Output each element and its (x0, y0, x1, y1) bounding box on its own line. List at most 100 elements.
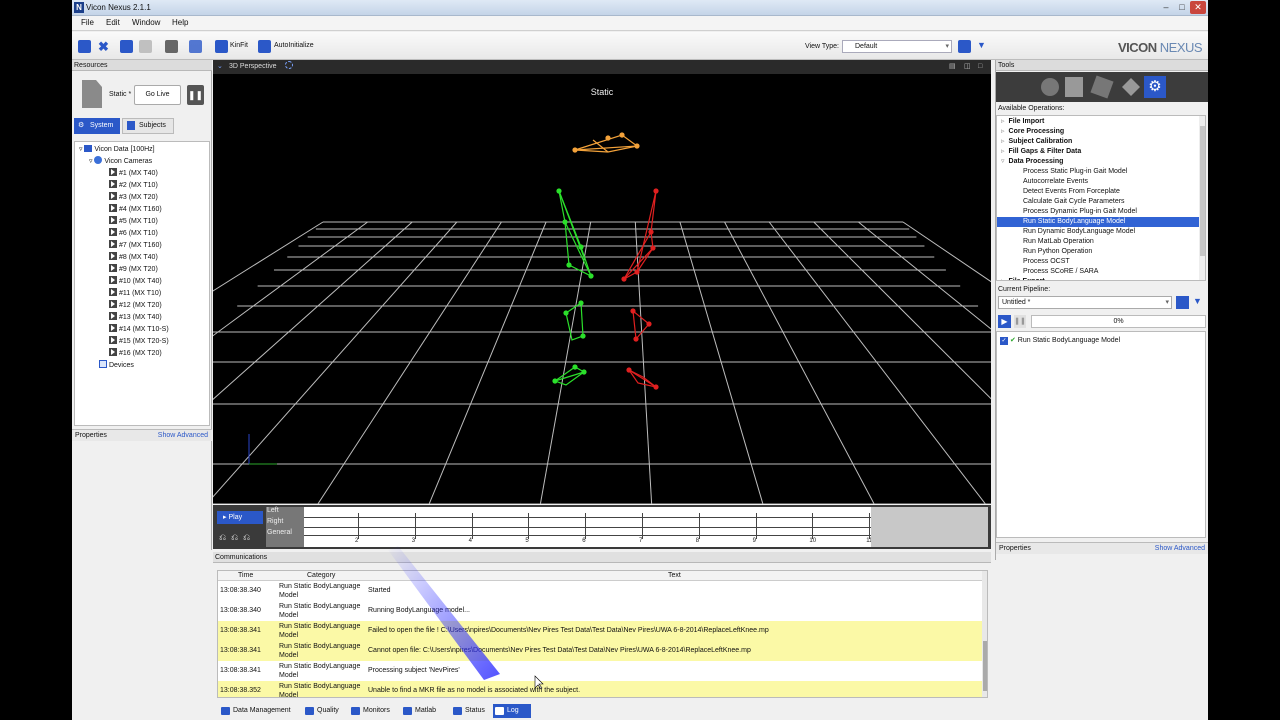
log-row[interactable]: 13:08:38.340 Run Static BodyLanguage Mode… (218, 601, 982, 621)
redo-icon[interactable] (139, 40, 152, 53)
tree-item-camera[interactable]: #3 (MX T20) (109, 192, 158, 204)
ops-group[interactable]: ▹ File Import (1001, 117, 1044, 127)
log-row[interactable]: 13:08:38.341 Run Static BodyLanguage Mode… (218, 661, 982, 681)
log-row[interactable]: 13:08:38.352 Run Static BodyLanguage Mode… (218, 681, 982, 697)
pipeline-select[interactable]: Untitled * ▾ (998, 296, 1172, 309)
3d-scene[interactable] (213, 74, 991, 504)
ops-group[interactable]: ▹ Core Processing (1001, 127, 1064, 137)
tab-matlab[interactable]: Matlab (401, 704, 447, 718)
step-back-icon[interactable]: ⎌ (219, 532, 226, 543)
view-options-icon[interactable]: ▼ (975, 40, 988, 53)
collapse-icon[interactable]: ▿ (89, 158, 93, 165)
ops-item[interactable]: Run Dynamic BodyLanguage Model (997, 227, 1199, 237)
pipeline-options-icon[interactable]: ▼ (1193, 296, 1205, 309)
checkbox-icon[interactable]: ✓ (1000, 337, 1008, 345)
log-table[interactable]: Time Category Text 13:08:38.340 Run Stati… (217, 570, 988, 698)
expand-icon[interactable]: ▹ (1001, 278, 1005, 280)
ops-item[interactable]: Run Static BodyLanguage Model (997, 217, 1199, 227)
ops-item[interactable]: Detect Events From Forceplate (997, 187, 1199, 197)
3d-perspective-view[interactable]: 3D Perspective ⌄ ▤ ◫ □ Static (213, 60, 991, 504)
ops-item[interactable]: Process Dynamic Plug-in Gait Model (997, 207, 1199, 217)
run-pipeline-icon[interactable]: ▶ (998, 315, 1011, 328)
operations-tree[interactable]: ▹ File Import ▹ Core Processing ▹ Subject Cal… (996, 115, 1206, 281)
ops-group[interactable]: ▹ Fill Gaps & Filter Data (1001, 147, 1081, 157)
tile-view-icon[interactable]: ▤ (949, 60, 956, 74)
menu-file[interactable]: File (81, 18, 94, 27)
tab-subjects[interactable]: Subjects (122, 118, 174, 134)
maximize-icon[interactable]: □ (1174, 1, 1190, 14)
tab-system[interactable]: ⚙ System (74, 118, 120, 134)
menu-edit[interactable]: Edit (106, 18, 120, 27)
tree-item-camera[interactable]: #6 (MX T10) (109, 228, 158, 240)
tree-item-camera[interactable]: #16 (MX T20) (109, 348, 162, 360)
show-advanced-link[interactable]: Show Advanced (1155, 543, 1205, 555)
log-scrollbar[interactable] (982, 571, 987, 697)
subject-tool-icon[interactable] (1065, 77, 1083, 97)
ops-group[interactable]: ▹File Export (1001, 277, 1045, 280)
expand-icon[interactable]: ▹ (1001, 148, 1005, 155)
expand-icon[interactable]: ▹ (1001, 128, 1005, 135)
tree-item-camera[interactable]: #1 (MX T40) (109, 168, 158, 180)
tree-item-camera[interactable]: #10 (MX T40) (109, 276, 162, 288)
save-pipeline-icon[interactable] (1176, 296, 1189, 309)
autoinitialize-button[interactable]: AutoInitialize (274, 42, 314, 49)
close-icon[interactable]: ✕ (1190, 1, 1206, 14)
view-type-select[interactable]: Default ▾ (842, 40, 952, 53)
expand-icon[interactable]: ▹ (1001, 138, 1005, 145)
pause-icon[interactable]: ❚❚ (187, 85, 204, 105)
ops-item[interactable]: Run MatLab Operation (997, 237, 1199, 247)
tree-item-camera[interactable]: #5 (MX T10) (109, 216, 158, 228)
ops-group[interactable]: ▹ Subject Calibration (1001, 137, 1072, 147)
ops-scrollbar[interactable] (1199, 116, 1205, 280)
play-button[interactable]: ▸ Play (217, 511, 263, 524)
tree-item-camera[interactable]: #9 (MX T20) (109, 264, 158, 276)
ops-item[interactable]: Autocorrelate Events (997, 177, 1199, 187)
step-forward-icon[interactable]: ⎌ (243, 532, 250, 543)
ops-item[interactable]: Calculate Gait Cycle Parameters (997, 197, 1199, 207)
col-category[interactable]: Category (307, 572, 335, 579)
tree-item-camera[interactable]: #15 (MX T20-S) (109, 336, 169, 348)
tab-log[interactable]: Log (493, 704, 531, 718)
fill-tool-icon[interactable] (1090, 75, 1114, 99)
tab-status[interactable]: Status (451, 704, 489, 718)
ops-item[interactable]: Process OCST (997, 257, 1199, 267)
ops-item[interactable]: Process Static Plug-in Gait Model (997, 167, 1199, 177)
menu-help[interactable]: Help (172, 18, 188, 27)
collapse-icon[interactable]: ▿ (1001, 158, 1005, 165)
pause-pipeline-icon[interactable]: ❚❚ (1014, 315, 1026, 328)
autoinitialize-icon[interactable] (258, 40, 271, 53)
target-tool-icon[interactable] (1041, 78, 1059, 96)
tree-item-camera[interactable]: #11 (MX T10) (109, 288, 161, 300)
tree-item-camera[interactable]: #14 (MX T10-S) (109, 324, 169, 336)
ops-item[interactable]: Process SCoRE / SARA (997, 267, 1199, 277)
save-view-icon[interactable] (958, 40, 971, 53)
pipeline-item[interactable]: ✓ ✔ Run Static BodyLanguage Model (1000, 336, 1120, 345)
tab-data-management[interactable]: Data Management (219, 704, 299, 718)
show-advanced-link[interactable]: Show Advanced (158, 430, 208, 442)
tree-item-camera[interactable]: #12 (MX T20) (109, 300, 162, 312)
tree-item-camera[interactable]: #2 (MX T10) (109, 180, 158, 192)
pipeline-tool-icon[interactable]: ⚙ (1144, 76, 1166, 98)
tab-quality[interactable]: Quality (303, 704, 345, 718)
label-icon[interactable] (189, 40, 202, 53)
minimize-icon[interactable]: – (1158, 1, 1174, 14)
kinfit-button[interactable]: KinFit (230, 42, 248, 49)
col-text[interactable]: Text (668, 572, 681, 579)
viewport-menu-icon[interactable]: ⌄ (217, 60, 223, 74)
tree-item-vicon-cameras[interactable]: ▿ Vicon Cameras (89, 156, 152, 168)
delete-icon[interactable]: ✖ (97, 40, 110, 53)
tree-item-devices[interactable]: Devices (99, 360, 134, 372)
log-row[interactable]: 13:08:38.341 Run Static BodyLanguage Mode… (218, 621, 982, 641)
ops-group[interactable]: ▿ Data Processing (1001, 157, 1063, 167)
reconstruct-icon[interactable] (165, 40, 178, 53)
tree-item-camera[interactable]: #8 (MX T40) (109, 252, 158, 264)
loop-icon[interactable]: ⎌ (231, 532, 238, 543)
save-icon[interactable] (78, 40, 91, 53)
view-options-icon[interactable] (285, 61, 293, 69)
tree-item-vicon-data[interactable]: ▿ Vicon Data [100Hz] (79, 144, 155, 156)
tree-item-camera[interactable]: #4 (MX T160) (109, 204, 162, 216)
ops-item[interactable]: Run Python Operation (997, 247, 1199, 257)
label-tool-icon[interactable] (1122, 78, 1140, 96)
col-time[interactable]: Time (238, 572, 253, 579)
maximize-view-icon[interactable]: □ (978, 60, 982, 74)
